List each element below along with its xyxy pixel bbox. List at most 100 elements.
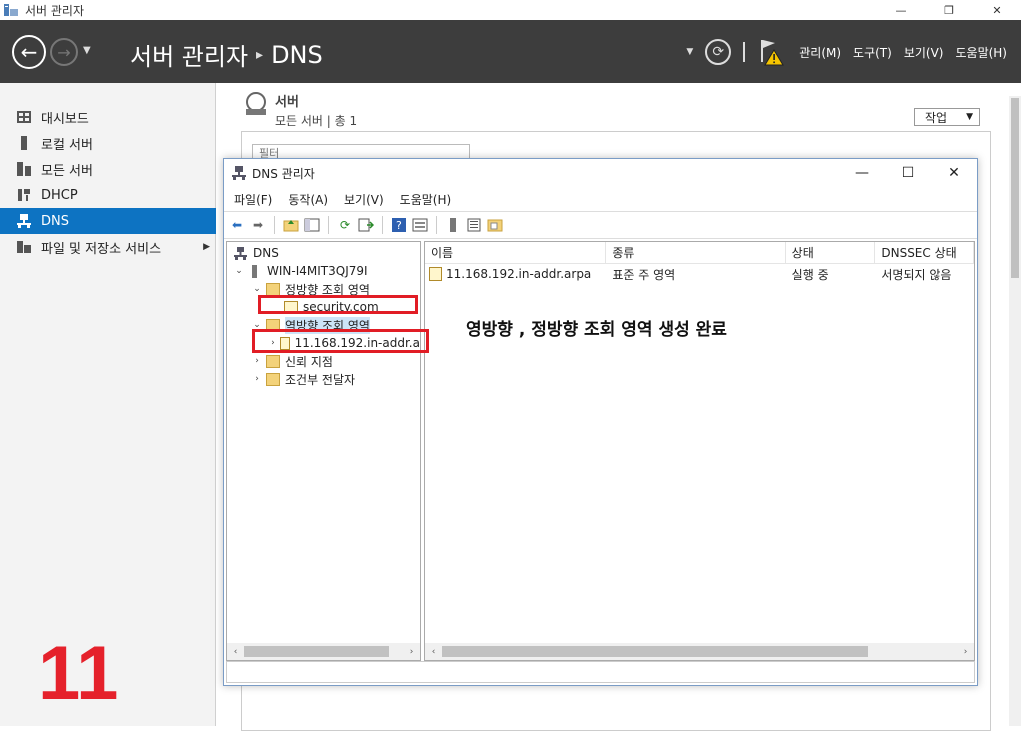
breadcrumb-current: DNS xyxy=(271,40,323,69)
dns-title-bar: DNS 관리자 — ☐ ✕ xyxy=(224,159,977,187)
history-dropdown-icon[interactable]: ▼ xyxy=(83,45,91,56)
zone-name: 11.168.192.in-addr.arpa xyxy=(446,267,592,281)
file-storage-icon xyxy=(16,239,32,255)
back-icon[interactable]: ⬅ xyxy=(228,216,246,234)
export-list-icon[interactable] xyxy=(357,216,375,234)
column-type[interactable]: 종류 xyxy=(606,242,786,263)
sidebar-item-file-storage[interactable]: 파일 및 저장소 서비스 ▶ xyxy=(0,234,216,260)
dns-close-button[interactable]: ✕ xyxy=(931,159,977,187)
menu-help[interactable]: 도움말(H) xyxy=(955,44,1007,61)
chevron-right-icon[interactable]: ▶ xyxy=(203,242,210,252)
menu-tools[interactable]: 도구(T) xyxy=(853,44,892,61)
section-title: 서버 xyxy=(275,95,299,110)
tree-node-label: DNS xyxy=(253,246,279,260)
dns-toolbar: ⬅ ➡ ⟳ ? xyxy=(224,211,977,239)
dns-minimize-button[interactable]: — xyxy=(839,159,885,187)
sidebar-item-label: 파일 및 저장소 서비스 xyxy=(41,241,162,257)
dns-menu-view[interactable]: 보기(V) xyxy=(344,191,384,208)
tree-node-label: 조건부 전달자 xyxy=(285,372,356,387)
server-icon[interactable] xyxy=(444,216,462,234)
breadcrumb-separator-icon: ▸ xyxy=(256,46,264,63)
show-tree-icon[interactable] xyxy=(303,216,321,234)
column-name[interactable]: 이름 xyxy=(425,242,607,263)
sidebar-item-local-server[interactable]: 로컬 서버 xyxy=(0,130,216,156)
tree-hscrollbar[interactable]: ‹ › xyxy=(227,643,420,660)
sidebar-item-dashboard[interactable]: 대시보드 xyxy=(0,104,216,130)
scroll-right-icon[interactable]: › xyxy=(403,647,420,657)
annotation-text: 영방향 , 정방향 조회 영역 생성 완료 xyxy=(466,320,727,340)
sidebar: 대시보드 로컬 서버 모든 서버 DHCP DNS 파일 및 저장소 서비스 ▶… xyxy=(0,83,216,726)
dashboard-icon xyxy=(16,109,32,125)
step-number: 11 xyxy=(38,631,119,716)
close-button[interactable]: ✕ xyxy=(973,0,1021,20)
sidebar-item-label: DHCP xyxy=(41,187,78,203)
minimize-button[interactable]: — xyxy=(877,0,925,20)
sidebar-item-all-servers[interactable]: 모든 서버 xyxy=(0,156,216,182)
dns-menu-action[interactable]: 동작(A) xyxy=(288,191,328,208)
expand-chevron-icon[interactable]: › xyxy=(251,374,263,384)
refresh-list-icon[interactable]: ⟳ xyxy=(336,216,354,234)
dns-menu-help[interactable]: 도움말(H) xyxy=(400,191,452,208)
forward-icon[interactable]: ➡ xyxy=(249,216,267,234)
menu-view[interactable]: 보기(V) xyxy=(904,44,944,61)
properties-icon[interactable] xyxy=(411,216,429,234)
refresh-icon[interactable]: ⟳ xyxy=(705,39,732,65)
dns-maximize-button[interactable]: ☐ xyxy=(885,159,931,187)
sidebar-item-label: 로컬 서버 xyxy=(41,137,93,153)
sidebar-item-label: 대시보드 xyxy=(41,111,89,127)
dns-icon xyxy=(16,213,32,229)
window-title: 서버 관리자 xyxy=(25,3,85,18)
scroll-left-icon[interactable]: ‹ xyxy=(425,647,442,657)
records-icon[interactable] xyxy=(465,216,483,234)
help-icon[interactable]: ? xyxy=(390,216,408,234)
tree-node-label: 신뢰 지점 xyxy=(285,354,333,369)
dropdown-icon[interactable]: ▼ xyxy=(686,47,693,57)
header-divider xyxy=(743,42,746,62)
zone-dnssec: 서명되지 않음 xyxy=(881,267,952,282)
dns-list-pane: 이름 종류 상태 DNSSEC 상태 11.168.192.in-addr.ar… xyxy=(424,241,975,661)
dns-manager-window: DNS 관리자 — ☐ ✕ 파일(F) 동작(A) 보기(V) 도움말(H) ⬅… xyxy=(223,158,978,686)
restore-button[interactable]: ❐ xyxy=(925,0,973,20)
column-dnssec[interactable]: DNSSEC 상태 xyxy=(875,242,974,263)
collapse-chevron-icon[interactable]: ⌄ xyxy=(251,284,263,294)
dns-status-bar xyxy=(226,661,975,683)
expand-chevron-icon[interactable]: › xyxy=(251,356,263,366)
folder-icon xyxy=(266,372,280,386)
list-hscrollbar[interactable]: ‹ › xyxy=(425,643,974,660)
back-button[interactable]: ← xyxy=(12,35,46,69)
tasks-button[interactable]: 작업 ▼ xyxy=(914,108,980,126)
dhcp-icon xyxy=(16,187,32,203)
dns-menu-file[interactable]: 파일(F) xyxy=(234,191,272,208)
highlight-box-security-com xyxy=(258,295,418,314)
server-icon xyxy=(248,264,262,278)
scroll-right-icon[interactable]: › xyxy=(957,647,974,657)
dns-window-title: DNS 관리자 xyxy=(252,166,315,181)
main-scrollbar[interactable] xyxy=(1009,96,1021,726)
window-title-bar: 서버 관리자 — ❐ ✕ xyxy=(0,0,1021,20)
scroll-left-icon[interactable]: ‹ xyxy=(227,647,244,657)
zone-type: 표준 주 영역 xyxy=(612,267,676,282)
tree-node-conditional-forwarders[interactable]: › 조건부 전달자 xyxy=(227,370,420,388)
sidebar-item-label: 모든 서버 xyxy=(41,163,93,179)
dns-manager-icon xyxy=(232,166,246,180)
sidebar-item-dhcp[interactable]: DHCP xyxy=(0,182,216,208)
breadcrumb-root[interactable]: 서버 관리자 xyxy=(130,37,248,72)
tree-node-dns[interactable]: DNS xyxy=(227,244,420,262)
all-servers-icon xyxy=(16,161,32,177)
tree-node-trust-points[interactable]: › 신뢰 지점 xyxy=(227,352,420,370)
tree-node-label: WIN-I4MIT3QJ79I xyxy=(267,264,368,278)
forward-button[interactable]: → xyxy=(50,38,78,66)
notification-flag-icon[interactable] xyxy=(757,37,787,67)
tasks-label: 작업 xyxy=(925,110,948,125)
servers-icon xyxy=(243,91,269,117)
collapse-chevron-icon[interactable]: ⌄ xyxy=(233,266,245,276)
menu-manage[interactable]: 관리(M) xyxy=(799,44,841,61)
zone-icon[interactable] xyxy=(486,216,504,234)
list-item[interactable]: 11.168.192.in-addr.arpa 표준 주 영역 실행 중 서명되… xyxy=(425,264,974,284)
dns-menubar: 파일(F) 동작(A) 보기(V) 도움말(H) xyxy=(224,187,977,211)
tree-node-server[interactable]: ⌄ WIN-I4MIT3QJ79I xyxy=(227,262,420,280)
breadcrumb: 서버 관리자 ▸ DNS xyxy=(130,37,323,72)
sidebar-item-dns[interactable]: DNS xyxy=(0,208,216,234)
up-folder-icon[interactable] xyxy=(282,216,300,234)
column-status[interactable]: 상태 xyxy=(786,242,876,263)
